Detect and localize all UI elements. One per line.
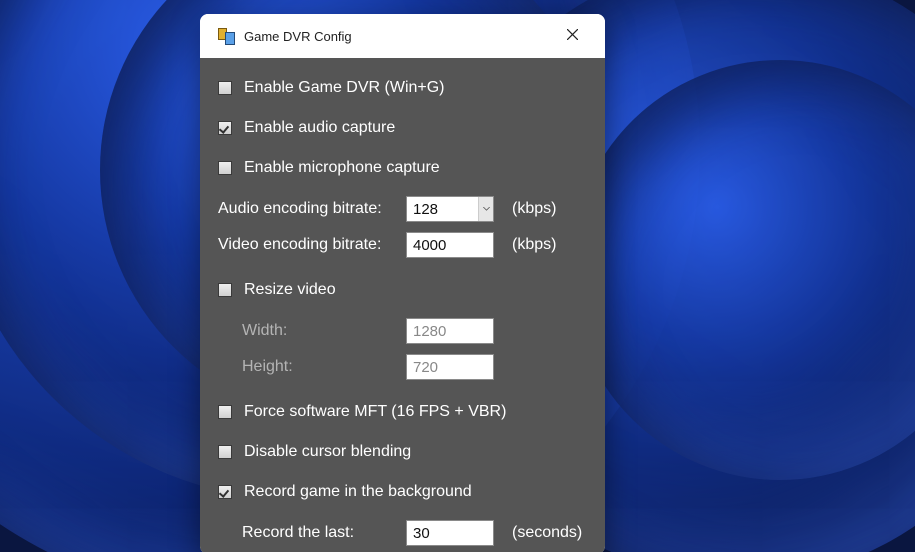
video-bitrate-input[interactable]: 4000	[406, 232, 494, 258]
record-background-label: Record game in the background	[244, 483, 472, 501]
close-icon	[567, 27, 578, 45]
width-input[interactable]: 1280	[406, 318, 494, 344]
resize-video-label: Resize video	[244, 281, 336, 299]
resize-video-checkbox[interactable]	[218, 283, 232, 297]
height-input[interactable]: 720	[406, 354, 494, 380]
video-bitrate-label: Video encoding bitrate:	[218, 236, 406, 254]
audio-bitrate-unit: (kbps)	[512, 200, 556, 218]
dialog-body: Enable Game DVR (Win+G) Enable audio cap…	[200, 58, 605, 552]
width-label: Width:	[218, 322, 406, 340]
record-last-input[interactable]: 30	[406, 520, 494, 546]
audio-bitrate-value: 128	[407, 197, 478, 221]
enable-mic-capture-label: Enable microphone capture	[244, 159, 440, 177]
enable-game-dvr-checkbox[interactable]	[218, 81, 232, 95]
force-software-mft-label: Force software MFT (16 FPS + VBR)	[244, 403, 506, 421]
enable-audio-capture-label: Enable audio capture	[244, 119, 395, 137]
video-bitrate-unit: (kbps)	[512, 236, 556, 254]
disable-cursor-blending-checkbox[interactable]	[218, 445, 232, 459]
record-background-checkbox[interactable]	[218, 485, 232, 499]
height-label: Height:	[218, 358, 406, 376]
audio-bitrate-label: Audio encoding bitrate:	[218, 200, 406, 218]
video-bitrate-value: 4000	[413, 237, 446, 254]
height-value: 720	[413, 359, 438, 376]
close-button[interactable]	[551, 21, 593, 51]
audio-bitrate-combobox[interactable]: 128	[406, 196, 494, 222]
window-title: Game DVR Config	[244, 29, 352, 44]
force-software-mft-checkbox[interactable]	[218, 405, 232, 419]
game-dvr-config-window: Game DVR Config Enable Game DVR (Win+G) …	[200, 14, 605, 552]
record-last-value: 30	[413, 525, 430, 542]
titlebar[interactable]: Game DVR Config	[200, 14, 605, 58]
disable-cursor-blending-label: Disable cursor blending	[244, 443, 411, 461]
desktop-wallpaper: Game DVR Config Enable Game DVR (Win+G) …	[0, 0, 915, 552]
app-icon	[218, 28, 234, 44]
record-last-unit: (seconds)	[512, 524, 582, 542]
enable-mic-capture-checkbox[interactable]	[218, 161, 232, 175]
width-value: 1280	[413, 323, 446, 340]
dropdown-arrow-icon	[478, 197, 493, 221]
record-last-label: Record the last:	[218, 524, 406, 542]
enable-game-dvr-label: Enable Game DVR (Win+G)	[244, 79, 445, 97]
enable-audio-capture-checkbox[interactable]	[218, 121, 232, 135]
